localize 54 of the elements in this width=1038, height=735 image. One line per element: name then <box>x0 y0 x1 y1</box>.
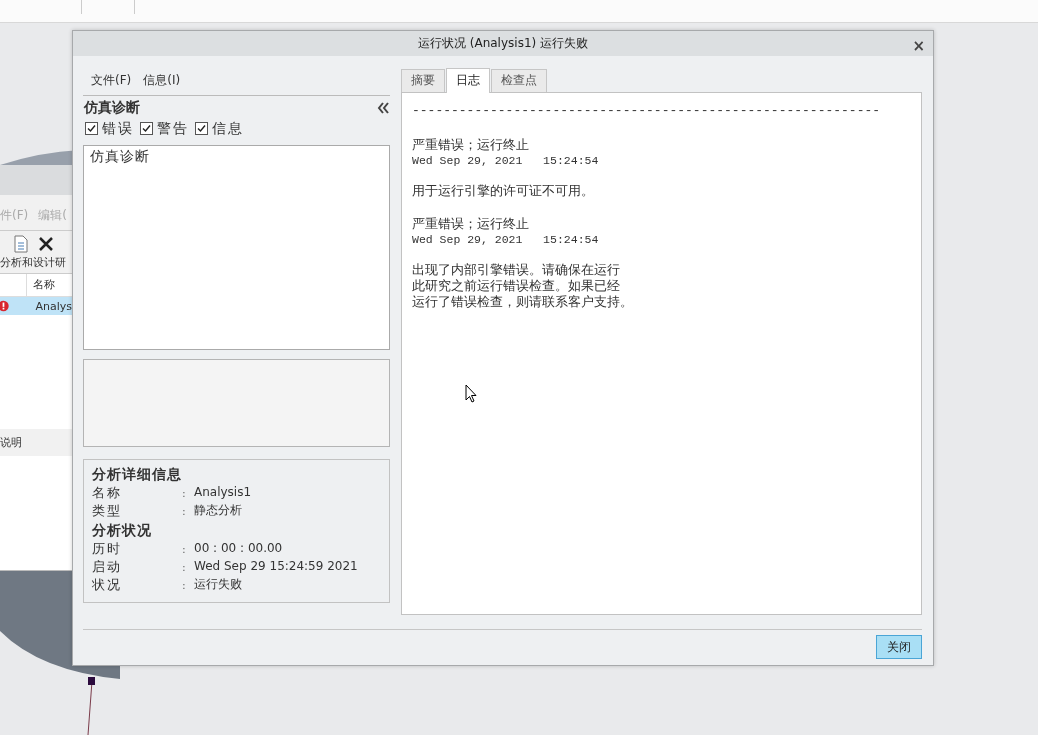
log-title: 严重错误；运行终止 <box>412 214 530 233</box>
checkbox-label: 警告 <box>157 119 189 138</box>
field-value: Wed Sep 29 15:24:59 2021 <box>194 557 359 575</box>
log-separator: ------------------------------------------------------------ <box>412 102 882 118</box>
checkbox[interactable] <box>85 122 98 136</box>
field-label: 类型 <box>92 501 123 520</box>
check-mark-icon <box>87 124 96 134</box>
close-icon[interactable] <box>38 236 54 252</box>
collapse-icon[interactable] <box>377 101 389 114</box>
close-button[interactable]: × <box>912 39 925 53</box>
close-button[interactable]: 关闭 <box>876 635 922 660</box>
field-label: 历时 <box>92 539 123 558</box>
field-value: 运行失败 <box>194 575 243 593</box>
field-label: 状况 <box>92 575 123 594</box>
field-separator: : <box>182 504 186 518</box>
cursor-icon <box>465 384 477 403</box>
field-label: 名称 <box>92 483 123 502</box>
error-icon <box>0 299 11 313</box>
checkbox[interactable] <box>140 122 153 136</box>
section-title: 仿真诊断 <box>84 98 140 117</box>
checkbox-label: 信息 <box>212 119 244 138</box>
table-cell: Analys <box>35 299 72 313</box>
check-mark-icon <box>197 124 206 134</box>
field-label: 启动 <box>92 557 123 576</box>
tab[interactable]: 摘要 <box>401 68 445 92</box>
check-mark-icon <box>142 124 151 134</box>
menu-item[interactable]: 文件(F) <box>91 71 132 89</box>
list-item[interactable]: 仿真诊断 <box>90 147 383 166</box>
details-heading: 分析状况 <box>92 521 153 540</box>
field-value: 00 : 00 : 00.00 <box>194 539 284 557</box>
field-separator: : <box>182 542 186 556</box>
tab[interactable]: 日志 <box>446 67 490 93</box>
section-label: 说明 <box>0 435 22 450</box>
log-message-line: 出现了内部引擎错误。请确保在运行 <box>412 261 621 278</box>
details-heading: 分析详细信息 <box>92 465 183 484</box>
log-message: 用于运行引擎的许可证不可用。 <box>412 182 595 199</box>
log-message-line: 此研究之前运行错误检查。如果已经 <box>412 277 621 294</box>
menu-item[interactable]: 信息(I) <box>143 71 181 89</box>
tab[interactable]: 检查点 <box>491 68 547 92</box>
checkbox-label: 错误 <box>102 119 134 138</box>
window-title: 运行状况 (Analysis1) 运行失败 <box>417 34 589 52</box>
log-message-line: 运行了错误检查，则请联系客户支持。 <box>412 293 634 310</box>
field-separator: : <box>182 578 186 592</box>
field-separator: : <box>182 486 186 500</box>
title-bar <box>0 165 72 195</box>
field-separator: : <box>182 560 186 574</box>
checkbox[interactable] <box>195 122 208 136</box>
log-timestamp: Wed Sep 29, 2021 15:24:54 <box>412 232 600 246</box>
table-row[interactable]: Analys <box>0 297 72 315</box>
document-icon[interactable] <box>14 235 30 253</box>
field-value: Analysis1 <box>194 483 253 501</box>
log-timestamp: Wed Sep 29, 2021 15:24:54 <box>412 153 600 167</box>
field-value: 静态分析 <box>194 501 243 519</box>
log-title: 严重错误；运行终止 <box>412 135 530 154</box>
